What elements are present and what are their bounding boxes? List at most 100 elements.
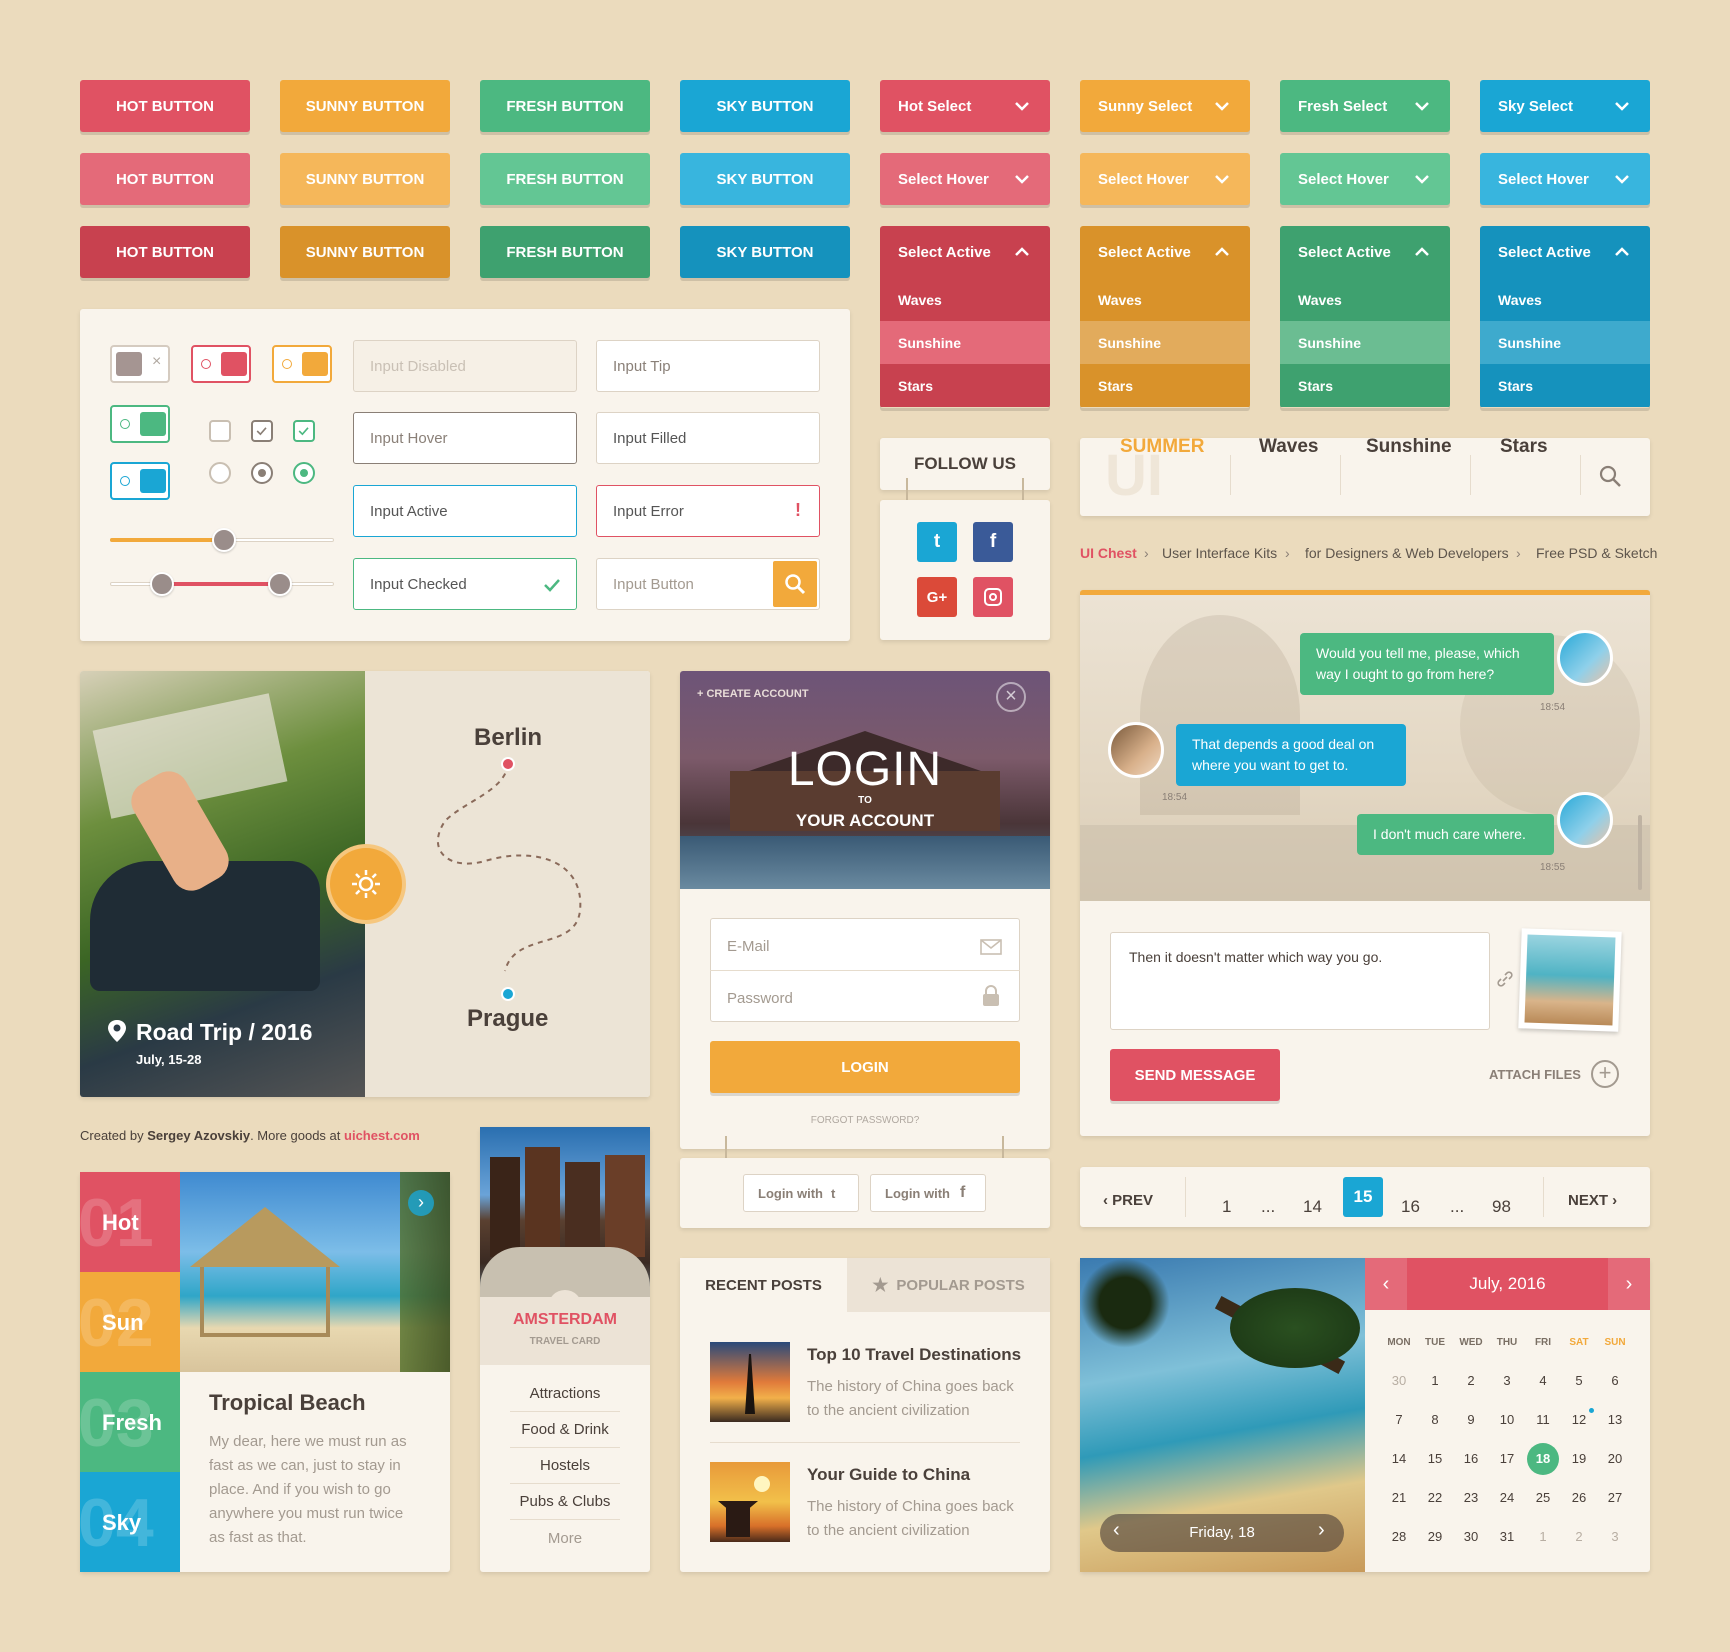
sky-select-hover[interactable]: Select Hover <box>1480 153 1650 205</box>
hot-select[interactable]: Hot Select <box>880 80 1050 132</box>
calendar-day[interactable]: 7 <box>1381 1412 1417 1427</box>
chevron-right-icon[interactable]: › <box>408 1190 434 1216</box>
calendar-day[interactable]: 2 <box>1453 1373 1489 1388</box>
sunny-button[interactable]: SUNNY BUTTON <box>280 80 450 132</box>
calendar-day[interactable]: 20 <box>1597 1451 1633 1466</box>
tab-popular-posts[interactable]: ★ POPULAR POSTS <box>847 1258 1050 1312</box>
login-with-facebook[interactable]: Login with f <box>870 1174 986 1212</box>
slider-handle-min[interactable] <box>149 572 174 596</box>
search-icon[interactable] <box>1598 464 1622 488</box>
sky-button[interactable]: SKY BUTTON <box>680 80 850 132</box>
input-filled[interactable]: Input Filled <box>596 412 820 464</box>
calendar-day[interactable]: 1 <box>1417 1373 1453 1388</box>
calendar-day[interactable]: 4 <box>1525 1373 1561 1388</box>
checkbox-checked-fresh[interactable] <box>293 420 315 442</box>
nav-item-summer[interactable]: SUMMER <box>1120 436 1204 458</box>
next-button[interactable]: NEXT › <box>1568 1192 1617 1209</box>
login-with-twitter[interactable]: Login with t <box>743 1174 859 1212</box>
option-waves[interactable]: Waves <box>1080 278 1250 321</box>
breadcrumb-item[interactable]: for Designers & Web Developers <box>1305 545 1509 561</box>
fresh-button-hover[interactable]: FRESH BUTTON <box>480 153 650 205</box>
toggle-fresh[interactable] <box>110 405 170 443</box>
input-error[interactable]: Input Error! <box>596 485 820 537</box>
hot-button-active[interactable]: HOT BUTTON <box>80 226 250 278</box>
radio-checked[interactable] <box>251 462 273 484</box>
option-stars[interactable]: Stars <box>1080 364 1250 407</box>
option-sunshine[interactable]: Sunshine <box>880 321 1050 364</box>
facebook-icon[interactable]: f <box>973 522 1013 562</box>
chat-scrollbar[interactable] <box>1638 815 1642 890</box>
login-button[interactable]: LOGIN <box>710 1041 1020 1093</box>
page-current[interactable]: 15 <box>1343 1177 1383 1217</box>
attachment-thumbnail[interactable] <box>1518 928 1622 1032</box>
calendar-day[interactable]: 1 <box>1525 1529 1561 1544</box>
password-field[interactable]: Password <box>727 990 793 1007</box>
sun-icon[interactable] <box>326 844 406 924</box>
post-title[interactable]: Your Guide to China <box>807 1465 970 1485</box>
plus-icon[interactable]: + <box>1591 1060 1619 1088</box>
message-textarea[interactable]: Then it doesn't matter which way you go. <box>1110 932 1490 1030</box>
calendar-day[interactable]: 16 <box>1453 1451 1489 1466</box>
credit-site-link[interactable]: uichest.com <box>344 1128 420 1143</box>
chevron-right-icon[interactable]: › <box>1608 1258 1650 1310</box>
sunny-select-active[interactable]: Select Active Waves Sunshine Stars <box>1080 226 1250 408</box>
calendar-day[interactable]: 30 <box>1381 1373 1417 1388</box>
sunny-button-active[interactable]: SUNNY BUTTON <box>280 226 450 278</box>
calendar-day[interactable]: 24 <box>1489 1490 1525 1505</box>
input-tip[interactable]: Input Tip <box>596 340 820 392</box>
toggle-hot[interactable] <box>191 345 251 383</box>
option-waves[interactable]: Waves <box>1480 278 1650 321</box>
travel-menu-food-drink[interactable]: Food & Drink <box>510 1421 620 1438</box>
page-1[interactable]: 1 <box>1222 1197 1231 1217</box>
checkbox-checked[interactable] <box>251 420 273 442</box>
create-account-link[interactable]: + CREATE ACCOUNT <box>697 688 809 700</box>
nav-item-waves[interactable]: Waves <box>1259 436 1319 458</box>
calendar-day[interactable]: 6 <box>1597 1373 1633 1388</box>
toggle-sky[interactable] <box>110 462 170 500</box>
toggle-sunny[interactable] <box>272 345 332 383</box>
sky-select-active[interactable]: Select Active Waves Sunshine Stars <box>1480 226 1650 408</box>
calendar-day[interactable]: 27 <box>1597 1490 1633 1505</box>
page-14[interactable]: 14 <box>1303 1197 1322 1217</box>
calendar-day[interactable]: 8 <box>1417 1412 1453 1427</box>
radio-checked-fresh[interactable] <box>293 462 315 484</box>
option-stars[interactable]: Stars <box>1280 364 1450 407</box>
hot-button[interactable]: HOT BUTTON <box>80 80 250 132</box>
calendar-day[interactable]: 3 <box>1597 1529 1633 1544</box>
breadcrumb-item[interactable]: Free PSD & Sketch <box>1536 545 1657 561</box>
calendar-day[interactable]: 10 <box>1489 1412 1525 1427</box>
calendar-day[interactable]: 3 <box>1489 1373 1525 1388</box>
instagram-icon[interactable] <box>973 577 1013 617</box>
breadcrumb-home[interactable]: UI Chest <box>1080 545 1137 561</box>
option-sunshine[interactable]: Sunshine <box>1080 321 1250 364</box>
radio-unchecked[interactable] <box>209 462 231 484</box>
calendar-day[interactable]: 14 <box>1381 1451 1417 1466</box>
tab-fresh[interactable]: 03 Fresh <box>80 1372 180 1472</box>
sky-button-active[interactable]: SKY BUTTON <box>680 226 850 278</box>
calendar-day[interactable]: 21 <box>1381 1490 1417 1505</box>
tab-sun[interactable]: 02 Sun <box>80 1272 180 1372</box>
forgot-password-link[interactable]: FORGOT PASSWORD? <box>680 1115 1050 1126</box>
travel-menu-more[interactable]: More <box>510 1530 620 1547</box>
calendar-day[interactable]: 5 <box>1561 1373 1597 1388</box>
travel-menu-pubs-clubs[interactable]: Pubs & Clubs <box>510 1493 620 1510</box>
checkbox-unchecked[interactable] <box>209 420 231 442</box>
twitter-icon[interactable]: t <box>917 522 957 562</box>
option-waves[interactable]: Waves <box>880 278 1050 321</box>
calendar-day[interactable]: 19 <box>1561 1451 1597 1466</box>
calendar-day-selected[interactable]: 18 <box>1527 1443 1559 1475</box>
fresh-select-hover[interactable]: Select Hover <box>1280 153 1450 205</box>
post-title[interactable]: Top 10 Travel Destinations <box>807 1345 1021 1365</box>
calendar-day[interactable]: 29 <box>1417 1529 1453 1544</box>
tab-sky[interactable]: 04 Sky <box>80 1472 180 1572</box>
input-checked[interactable]: Input Checked <box>353 558 577 610</box>
hot-select-active[interactable]: Select Active Waves Sunshine Stars <box>880 226 1050 408</box>
calendar-day[interactable]: 9 <box>1453 1412 1489 1427</box>
google-plus-icon[interactable]: G+ <box>917 577 957 617</box>
hot-select-hover[interactable]: Select Hover <box>880 153 1050 205</box>
page-16[interactable]: 16 <box>1401 1197 1420 1217</box>
sunny-button-hover[interactable]: SUNNY BUTTON <box>280 153 450 205</box>
calendar-day[interactable]: 12 <box>1561 1412 1597 1427</box>
nav-item-stars[interactable]: Stars <box>1500 436 1548 458</box>
input-active[interactable]: Input Active <box>353 485 577 537</box>
